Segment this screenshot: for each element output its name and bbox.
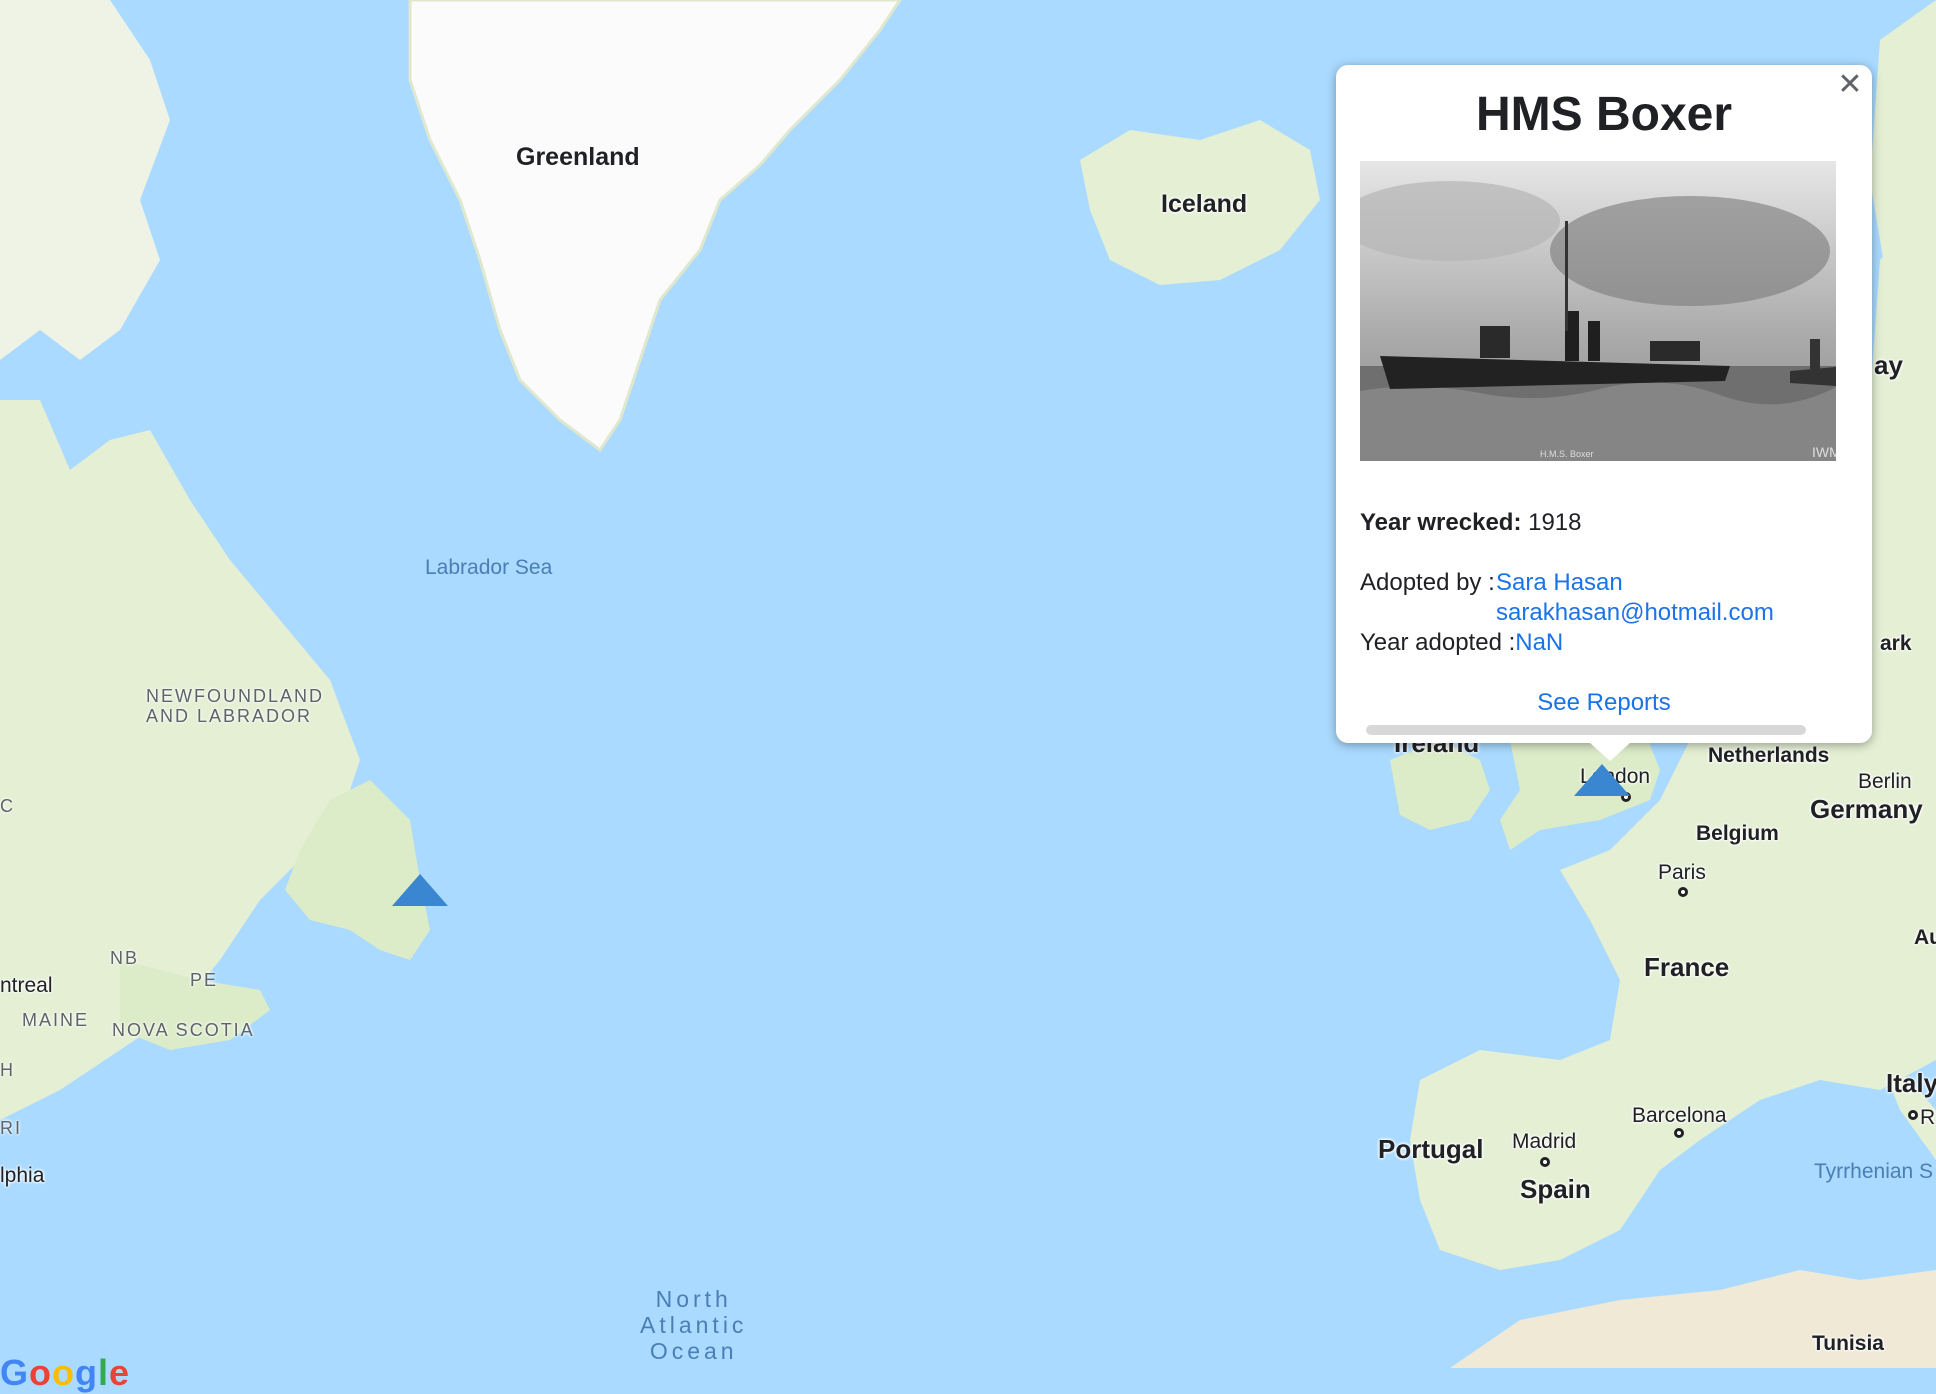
label-paris: Paris: [1658, 861, 1706, 884]
label-germany: Germany: [1810, 794, 1923, 824]
label-tyrrhenian: Tyrrhenian S: [1814, 1160, 1934, 1183]
label-tunisia: Tunisia: [1812, 1332, 1884, 1355]
adopted-by-label: Adopted by :: [1360, 569, 1495, 596]
label-nb: NB: [110, 948, 140, 968]
label-italy: Italy: [1886, 1068, 1936, 1098]
barcelona-dot: [1674, 1128, 1684, 1138]
google-logo[interactable]: Google: [0, 1352, 130, 1394]
label-pe: PE: [190, 970, 219, 990]
label-ri: RI: [0, 1118, 22, 1138]
label-belgium: Belgium: [1696, 822, 1779, 845]
label-maine: MAINE: [22, 1010, 90, 1030]
label-montreal: ntreal: [0, 974, 53, 997]
year-adopted-value: NaN: [1515, 629, 1564, 656]
popup-title: HMS Boxer: [1475, 88, 1733, 141]
wreck-marker-hms-boxer[interactable]: [1574, 764, 1630, 796]
wreck-marker-newfoundland[interactable]: [392, 874, 448, 906]
label-iceland: Iceland: [1161, 190, 1248, 218]
paris-dot: [1678, 887, 1688, 897]
madrid-dot: [1540, 1157, 1550, 1167]
label-barcelona: Barcelona: [1632, 1104, 1727, 1127]
ship-photo: H.M.S. Boxer IWM: [1360, 161, 1836, 461]
label-netherlands: Netherlands: [1708, 744, 1830, 767]
label-rome: R: [1920, 1106, 1936, 1129]
year-wrecked-value: 1918: [1528, 509, 1582, 536]
year-wrecked-label: Year wrecked:: [1360, 509, 1522, 536]
label-france: France: [1644, 952, 1730, 982]
year-adopted-label: Year adopted :: [1360, 629, 1516, 656]
popup-tail: [1590, 743, 1630, 761]
label-portugal: Portugal: [1378, 1134, 1484, 1164]
label-nova-scotia: NOVA SCOTIA: [112, 1020, 255, 1040]
label-philadelphia: lphia: [0, 1164, 45, 1187]
label-nh: H: [0, 1060, 15, 1080]
label-norway: ay: [1874, 350, 1903, 380]
label-qc: C: [0, 796, 15, 816]
label-austria: Au: [1914, 926, 1936, 949]
adopter-email-link[interactable]: sarakhasan@hotmail.com: [1496, 599, 1774, 627]
label-madrid: Madrid: [1512, 1130, 1577, 1153]
popup-scrollbar[interactable]: [1366, 725, 1806, 735]
photo-caption: H.M.S. Boxer: [1540, 449, 1594, 459]
adopter-name-link[interactable]: Sara Hasan: [1496, 569, 1623, 597]
label-greenland: Greenland: [516, 143, 640, 171]
rome-dot: [1908, 1110, 1918, 1120]
label-denmark: ark: [1880, 632, 1912, 655]
label-north-atlantic: North Atlantic Ocean: [640, 1286, 748, 1364]
see-reports-link[interactable]: See Reports: [1336, 689, 1872, 717]
label-berlin: Berlin: [1858, 770, 1912, 793]
label-labrador-sea: Labrador Sea: [425, 556, 553, 579]
label-newfoundland: NEWFOUNDLAND AND LABRADOR: [146, 686, 325, 726]
photo-watermark: IWM: [1812, 444, 1836, 460]
year-wrecked-row: Year wrecked: 1918: [1360, 509, 1582, 537]
shipwreck-info-popup: ✕ HMS Boxer H.M.S. Boxer IWM Year wrecke…: [1336, 65, 1872, 761]
label-spain: Spain: [1520, 1174, 1591, 1204]
year-adopted-row: Year adopted :NaN: [1360, 629, 1563, 657]
